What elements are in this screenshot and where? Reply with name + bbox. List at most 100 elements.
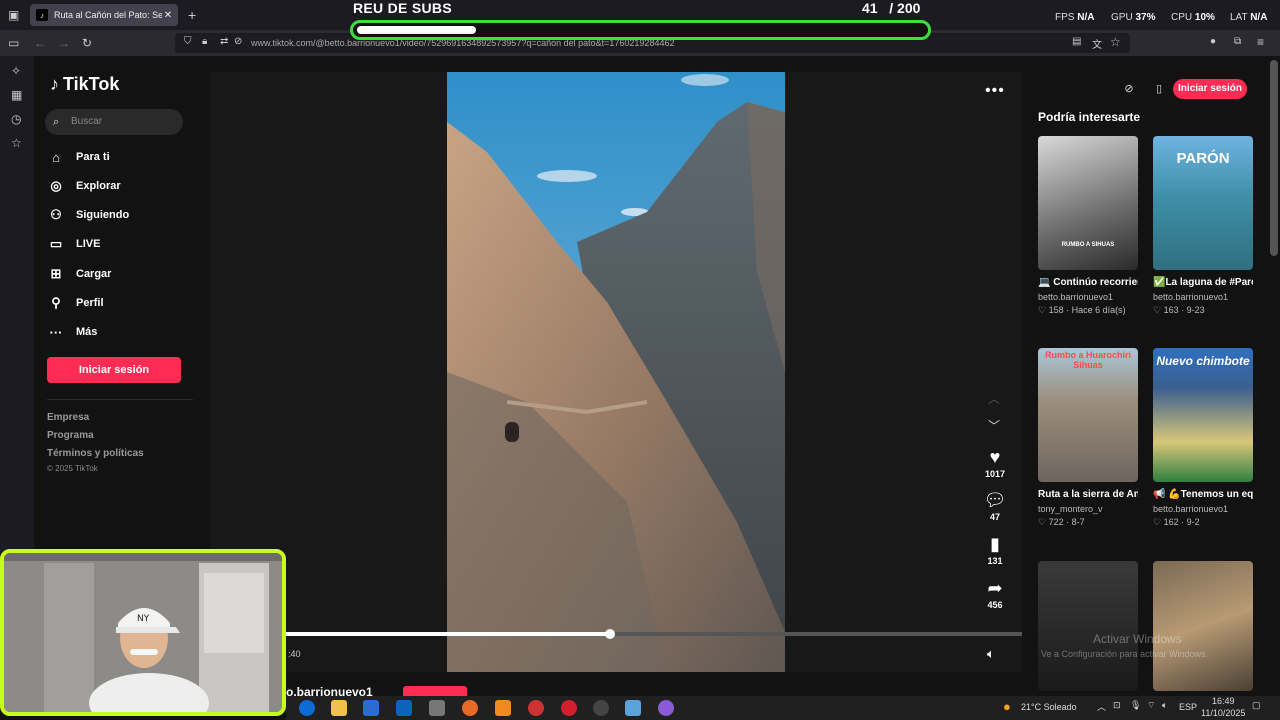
language-indicator[interactable]: ESP: [1179, 702, 1197, 712]
nav-cargar[interactable]: ⊞ Cargar: [48, 262, 112, 286]
bookmarks-icon[interactable]: ☆: [11, 136, 22, 150]
ai-sparkle-icon[interactable]: ✧: [11, 64, 21, 78]
bookmark-star-icon[interactable]: ☆: [1110, 35, 1121, 49]
sidebar-divider: [47, 399, 193, 400]
card-author: betto.barrionuevo1: [1153, 292, 1229, 302]
compass-icon[interactable]: ⊘: [1118, 80, 1140, 98]
browser-tab[interactable]: ♪ Ruta al Cañón del Pato: Se| ✕: [30, 4, 178, 26]
nav-para-ti[interactable]: ⌂ Para ti: [48, 145, 110, 169]
suggestion-card[interactable]: Nuevo chimbote 📢 💪Tenemos un equipo sóli…: [1153, 348, 1253, 528]
suggestion-card[interactable]: PARÓN ✅La laguna de #Parón una joya... b…: [1153, 136, 1253, 316]
firefox-icon[interactable]: [462, 700, 478, 716]
nav-explorar[interactable]: ◎ Explorar: [48, 174, 120, 198]
home-icon: ⌂: [52, 149, 60, 165]
nav-mas[interactable]: ··· Más: [48, 320, 98, 344]
edge-icon[interactable]: [299, 700, 315, 716]
extensions-icon[interactable]: ⧉: [1234, 36, 1241, 47]
sidebar-toggle-icon[interactable]: ▭: [8, 36, 19, 50]
synced-tabs-icon[interactable]: ▦: [11, 88, 22, 102]
nav-perfil[interactable]: ⚲ Perfil: [48, 291, 103, 315]
thumbnail-overlay-text: RUMBO A SIHUAS: [1061, 242, 1115, 248]
translate-icon[interactable]: 文: [1092, 36, 1102, 51]
shield-icon[interactable]: ⛉: [184, 36, 192, 47]
suggestion-card[interactable]: Rumbo a Huarochiri Sihuas Ruta a la sier…: [1038, 348, 1138, 528]
app-icon[interactable]: [528, 700, 544, 716]
share-button[interactable]: ➦ 456: [978, 578, 1012, 610]
save-button[interactable]: ▮ 131: [978, 534, 1012, 566]
next-video-icon[interactable]: ﹀: [988, 417, 1000, 434]
obs-icon[interactable]: [593, 700, 609, 716]
suggestion-card[interactable]: [1038, 561, 1138, 691]
nav-label: LIVE: [76, 238, 101, 250]
clock-time[interactable]: 16:49: [1212, 696, 1235, 706]
menu-icon[interactable]: ≡: [1257, 35, 1264, 49]
tiktok-favicon-icon: ♪: [36, 9, 48, 21]
network-icon[interactable]: ⌔: [1147, 700, 1155, 711]
forward-icon[interactable]: →: [58, 36, 70, 50]
nav-live[interactable]: ▭ LIVE: [48, 232, 101, 256]
notifications-icon[interactable]: ▢: [1252, 700, 1261, 711]
file-explorer-icon[interactable]: [331, 700, 347, 716]
nav-siguiendo[interactable]: ⚇ Siguiendo: [48, 203, 129, 227]
previous-video-icon[interactable]: ︿: [988, 390, 1000, 407]
footer-link-terminos[interactable]: Términos y políticas: [47, 448, 144, 459]
thumbnail-overlay-text: Rumbo a Huarochiri Sihuas: [1044, 350, 1131, 370]
reader-view-icon[interactable]: ▤: [1072, 36, 1081, 47]
speaker-icon[interactable]: 🔈︎: [1162, 700, 1167, 711]
profile-icon: ⚲: [51, 295, 61, 310]
reload-icon[interactable]: ↻: [82, 36, 92, 50]
subs-goal-fill: [357, 26, 476, 34]
comment-button[interactable]: 💬︎ 47: [978, 490, 1012, 522]
store-icon[interactable]: [363, 700, 379, 716]
login-button-top[interactable]: Iniciar sesión: [1173, 79, 1247, 99]
app-icon[interactable]: [625, 700, 641, 716]
tiktok-logo[interactable]: ♪ TikTok: [50, 74, 119, 95]
share-count: 456: [987, 600, 1003, 610]
video-more-options-icon[interactable]: •••: [985, 82, 1005, 100]
card-date: 9-23: [1186, 305, 1205, 315]
tray-app-icon[interactable]: ⊡: [1113, 700, 1121, 711]
app-icon[interactable]: [658, 700, 674, 716]
app-icon[interactable]: [429, 700, 445, 716]
search-input[interactable]: ⌕ Buscar: [45, 109, 183, 135]
volume-icon[interactable]: 🔈︎: [987, 646, 995, 662]
lock-icon[interactable]: 🔒︎: [202, 36, 207, 47]
subs-current: 41: [862, 0, 878, 16]
new-tab-icon[interactable]: +: [188, 7, 196, 23]
weather-text[interactable]: 21°C Soleado: [1021, 702, 1077, 712]
opera-icon[interactable]: [561, 700, 577, 716]
back-icon[interactable]: ←: [34, 36, 46, 50]
follow-button[interactable]: [403, 686, 467, 696]
card-meta: ♡ 163 · 9-23: [1153, 305, 1205, 315]
video-thumbnail: Nuevo chimbote: [1153, 348, 1253, 482]
footer-link-programa[interactable]: Programa: [47, 430, 94, 441]
video-progress-knob[interactable]: [605, 629, 615, 639]
tray-chevron-icon[interactable]: ︿: [1097, 700, 1106, 713]
card-caption: Ruta a la sierra de Ancash #camionet...: [1038, 489, 1138, 500]
account-icon[interactable]: ●: [1210, 36, 1216, 47]
microphone-icon[interactable]: 🎙︎: [1130, 700, 1141, 711]
outlook-icon[interactable]: [396, 700, 412, 716]
history-icon[interactable]: ◷: [11, 112, 21, 126]
vlc-icon[interactable]: [495, 700, 511, 716]
nav-label: Cargar: [76, 268, 112, 280]
suggestion-card[interactable]: [1153, 561, 1253, 691]
suggestion-card[interactable]: RUMBO A SIHUAS 💻 Continúo recorriendo nu…: [1038, 136, 1138, 316]
footer-link-empresa[interactable]: Empresa: [47, 412, 89, 423]
video-progress-bar[interactable]: [286, 629, 1022, 639]
tab-list-icon[interactable]: ▣: [8, 8, 19, 22]
permissions-icon[interactable]: ⇄: [220, 36, 228, 47]
tracking-icon[interactable]: ⊘: [234, 36, 242, 47]
gpu-value: 37%: [1135, 12, 1156, 23]
clock-date[interactable]: 11/10/2025: [1201, 708, 1245, 718]
page-scrollbar[interactable]: [1270, 60, 1278, 256]
video-frame[interactable]: [447, 72, 785, 672]
fps-value: N/A: [1077, 12, 1095, 23]
login-button-sidebar[interactable]: Iniciar sesión: [47, 357, 181, 383]
like-button[interactable]: ♥ 1017: [978, 447, 1012, 479]
canyon-video-image: [447, 72, 785, 672]
device-icon[interactable]: ▯: [1148, 80, 1170, 98]
webcam-overlay: NY: [0, 549, 286, 716]
close-tab-icon[interactable]: ✕: [162, 10, 174, 21]
card-meta: ♡ 158 · Hace 6 día(s): [1038, 305, 1126, 315]
